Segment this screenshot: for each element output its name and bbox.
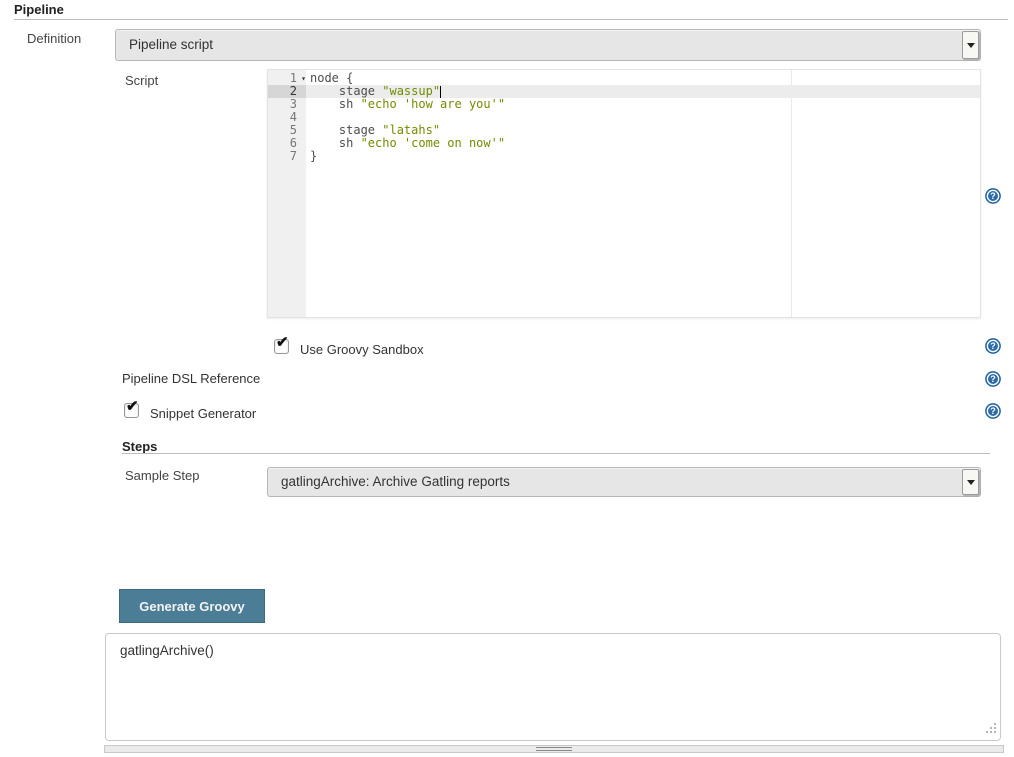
checkmark-icon: ✔ (276, 335, 289, 350)
code-line[interactable]: sh "echo 'how are you'" (306, 98, 980, 111)
chevron-down-icon (967, 43, 975, 48)
code-token-plain: stage (310, 123, 382, 137)
sample-step-label: Sample Step (125, 468, 199, 483)
code-line[interactable]: } (306, 150, 980, 163)
svg-text:?: ? (990, 406, 996, 416)
snippet-generator-checkbox[interactable]: ✔ (124, 403, 139, 418)
textarea-resize-bar[interactable] (104, 745, 1004, 753)
sample-step-select-value: gatlingArchive: Archive Gatling reports (268, 468, 980, 496)
code-token-string: "echo 'how are you'" (361, 97, 506, 111)
sample-step-select[interactable]: gatlingArchive: Archive Gatling reports (267, 467, 981, 497)
help-icon-dsl-reference[interactable]: ? (985, 371, 1001, 387)
code-token-string: "latahs" (382, 123, 440, 137)
drag-handle-icon (536, 747, 572, 751)
text-cursor (440, 86, 441, 98)
generate-groovy-button[interactable]: Generate Groovy (119, 589, 265, 623)
gutter-line-number: 7 (268, 150, 306, 163)
definition-select-arrow-button[interactable] (962, 31, 979, 59)
definition-select[interactable]: Pipeline script (115, 29, 981, 61)
code-token-plain: } (310, 149, 317, 163)
groovy-output-textarea[interactable]: gatlingArchive() (105, 633, 1001, 741)
script-label: Script (125, 73, 158, 88)
gutter-line-number: 4 (268, 111, 306, 124)
pipeline-config-page: Pipeline Definition Pipeline script Scri… (0, 0, 1014, 757)
help-icon-script[interactable]: ? (985, 188, 1001, 204)
pipeline-dsl-reference-link[interactable]: Pipeline DSL Reference (122, 371, 260, 386)
code-token-plain: sh (310, 97, 361, 111)
use-groovy-sandbox-checkbox[interactable]: ✔ (274, 339, 289, 354)
pipeline-section-title: Pipeline (14, 2, 64, 17)
code-token-plain: sh (310, 136, 361, 150)
code-token-plain: node { (310, 71, 353, 85)
definition-label: Definition (27, 31, 81, 46)
gutter-line-number: 2 (268, 85, 306, 98)
gutter-line-number: 3 (268, 98, 306, 111)
code-token-string: "wassup" (382, 84, 440, 98)
checkmark-icon: ✔ (126, 399, 139, 414)
gutter-line-number: 6 (268, 137, 306, 150)
svg-text:?: ? (990, 341, 996, 351)
help-icon-sandbox[interactable]: ? (985, 338, 1001, 354)
gutter-line-number: 1▾ (268, 72, 306, 85)
svg-text:?: ? (990, 374, 996, 384)
code-token-string: "echo 'come on now'" (361, 136, 506, 150)
snippet-generator-label: Snippet Generator (150, 406, 256, 421)
gutter-line-number: 5 (268, 124, 306, 137)
script-editor-gutter: 1▾234567 (268, 70, 306, 317)
script-code-editor[interactable]: 1▾234567 node { stage "wassup" sh "echo … (267, 69, 981, 318)
steps-section-title: Steps (122, 439, 157, 454)
steps-section-divider (122, 453, 990, 454)
script-editor-lines[interactable]: node { stage "wassup" sh "echo 'how are … (306, 72, 980, 163)
code-line[interactable]: sh "echo 'come on now'" (306, 137, 980, 150)
definition-select-value: Pipeline script (116, 30, 980, 60)
use-groovy-sandbox-label: Use Groovy Sandbox (300, 342, 424, 357)
pipeline-section-divider (14, 19, 1008, 20)
chevron-down-icon (967, 480, 975, 485)
textarea-resize-grip-icon[interactable] (990, 731, 992, 733)
sample-step-select-arrow-button[interactable] (962, 469, 979, 495)
svg-text:?: ? (990, 191, 996, 201)
help-icon-snippet-generator[interactable]: ? (985, 403, 1001, 419)
fold-arrow-icon[interactable]: ▾ (301, 73, 306, 84)
code-token-plain: stage (310, 84, 382, 98)
